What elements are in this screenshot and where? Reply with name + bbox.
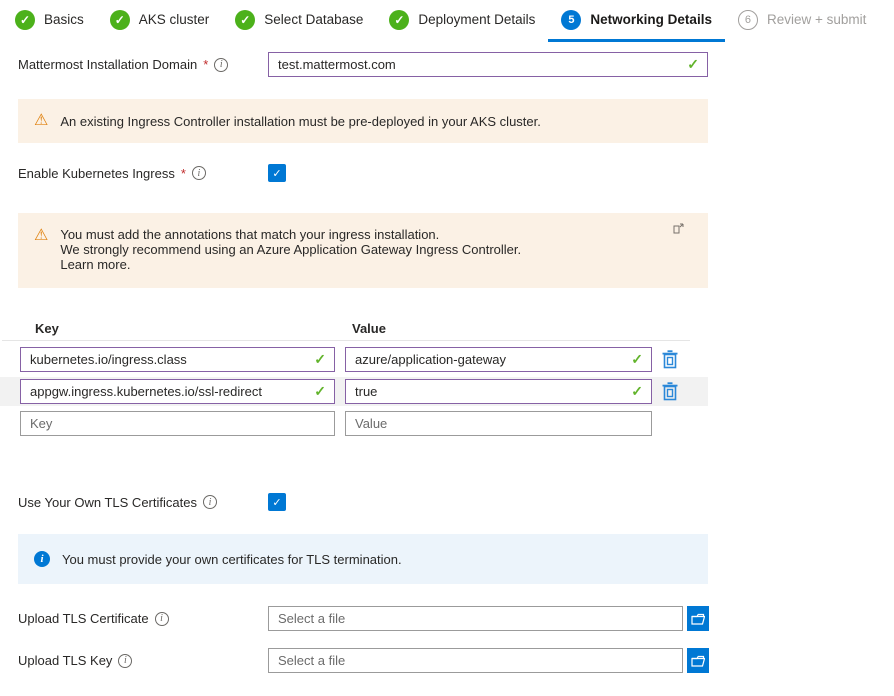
info-icon[interactable]: i [155, 612, 169, 626]
enable-ingress-checkbox[interactable]: ✓ [268, 164, 286, 182]
info-text: You must provide your own certificates f… [62, 552, 402, 567]
checkbox-check-icon: ✓ [272, 167, 281, 180]
table-row-empty [0, 411, 708, 436]
warning-text: An existing Ingress Controller installat… [60, 114, 541, 129]
new-annotation-key-input[interactable] [20, 411, 335, 436]
checkbox-check-icon: ✓ [272, 496, 281, 509]
warning-line-1: You must add the annotations that match … [60, 227, 521, 242]
step-number-badge: 5 [561, 10, 581, 30]
annotation-key-input[interactable] [20, 379, 335, 404]
tls-certificates-label-text: Use Your Own TLS Certificates [18, 495, 197, 510]
domain-label: Mattermost Installation Domain * i [18, 57, 268, 72]
enable-ingress-row: Enable Kubernetes Ingress * i ✓ [18, 164, 726, 182]
info-icon[interactable]: i [192, 166, 206, 180]
step-complete-check-icon: ✓ [110, 10, 130, 30]
annotations-table-header: Key Value [0, 321, 708, 336]
tab-label: AKS cluster [139, 12, 210, 27]
upload-cert-row: Upload TLS Certificate i [18, 606, 726, 631]
key-column-header: Key [35, 321, 352, 336]
step-complete-check-icon: ✓ [15, 10, 35, 30]
upload-key-row: Upload TLS Key i [18, 648, 726, 673]
warning-icon: ⚠ [34, 113, 48, 129]
step-number-badge: 6 [738, 10, 758, 30]
upload-key-label-text: Upload TLS Key [18, 653, 112, 668]
required-asterisk: * [181, 166, 186, 181]
domain-input-wrap: ✓ [268, 52, 708, 77]
tab-aks-cluster[interactable]: ✓ AKS cluster [97, 0, 223, 42]
browse-cert-button[interactable] [687, 606, 709, 631]
info-icon[interactable]: i [118, 654, 132, 668]
folder-icon [691, 655, 705, 667]
tab-label: Select Database [264, 12, 363, 27]
value-input-wrap: ✓ [335, 347, 652, 372]
annotations-table: Key Value ✓ ✓ ✓ ✓ [0, 321, 708, 436]
table-row: ✓ ✓ [0, 377, 708, 406]
info-icon[interactable]: i [203, 495, 217, 509]
annotations-warning-text: You must add the annotations that match … [60, 227, 521, 272]
required-asterisk: * [203, 57, 208, 72]
upload-key-input[interactable] [268, 648, 683, 673]
trash-icon [662, 382, 678, 401]
browse-key-button[interactable] [687, 648, 709, 673]
tls-info-banner: i You must provide your own certificates… [18, 534, 708, 584]
tab-label: Networking Details [590, 12, 712, 27]
tab-label: Review + submit [767, 12, 866, 27]
info-icon[interactable]: i [214, 58, 228, 72]
folder-icon [691, 613, 705, 625]
tab-deployment-details[interactable]: ✓ Deployment Details [376, 0, 548, 42]
tab-label: Deployment Details [418, 12, 535, 27]
annotation-key-input[interactable] [20, 347, 335, 372]
domain-field-row: Mattermost Installation Domain * i ✓ [18, 52, 726, 77]
table-divider [2, 340, 690, 341]
annotation-value-input[interactable] [345, 347, 652, 372]
tab-review-submit[interactable]: 6 Review + submit [725, 0, 879, 42]
info-circle-icon: i [34, 551, 50, 567]
upload-key-label: Upload TLS Key i [18, 653, 268, 668]
tab-label: Basics [44, 12, 84, 27]
domain-label-text: Mattermost Installation Domain [18, 57, 197, 72]
new-annotation-value-input[interactable] [345, 411, 652, 436]
upload-cert-label: Upload TLS Certificate i [18, 611, 268, 626]
upload-cert-input[interactable] [268, 606, 683, 631]
warning-icon: ⚠ [34, 228, 48, 272]
key-input-wrap: ✓ [20, 347, 335, 372]
annotations-warning-banner: ⚠ You must add the annotations that matc… [18, 213, 708, 288]
key-input-wrap: ✓ [20, 379, 335, 404]
enable-ingress-label: Enable Kubernetes Ingress * i [18, 166, 268, 181]
step-complete-check-icon: ✓ [389, 10, 409, 30]
trash-icon [662, 350, 678, 369]
wizard-tabs: ✓ Basics ✓ AKS cluster ✓ Select Database… [0, 0, 894, 42]
annotation-value-input[interactable] [345, 379, 652, 404]
tab-networking-details[interactable]: 5 Networking Details [548, 0, 725, 42]
delete-row-button[interactable] [662, 382, 678, 401]
tls-certificates-label: Use Your Own TLS Certificates i [18, 495, 268, 510]
step-complete-check-icon: ✓ [235, 10, 255, 30]
delete-row-button[interactable] [662, 350, 678, 369]
tls-certificates-row: Use Your Own TLS Certificates i ✓ [18, 493, 726, 511]
tab-select-database[interactable]: ✓ Select Database [222, 0, 376, 42]
warning-line-2: We strongly recommend using an Azure App… [60, 242, 521, 257]
upload-cert-label-text: Upload TLS Certificate [18, 611, 149, 626]
value-input-wrap: ✓ [335, 379, 652, 404]
tab-basics[interactable]: ✓ Basics [2, 0, 97, 42]
domain-input[interactable] [268, 52, 708, 77]
warning-line-3[interactable]: Learn more. [60, 257, 521, 272]
ingress-warning-banner: ⚠ An existing Ingress Controller install… [18, 99, 708, 143]
networking-details-form: Mattermost Installation Domain * i ✓ ⚠ A… [0, 52, 726, 673]
table-row: ✓ ✓ [0, 347, 708, 372]
external-link-icon[interactable] [673, 222, 684, 237]
value-column-header: Value [352, 321, 386, 336]
tls-certificates-checkbox[interactable]: ✓ [268, 493, 286, 511]
enable-ingress-label-text: Enable Kubernetes Ingress [18, 166, 175, 181]
